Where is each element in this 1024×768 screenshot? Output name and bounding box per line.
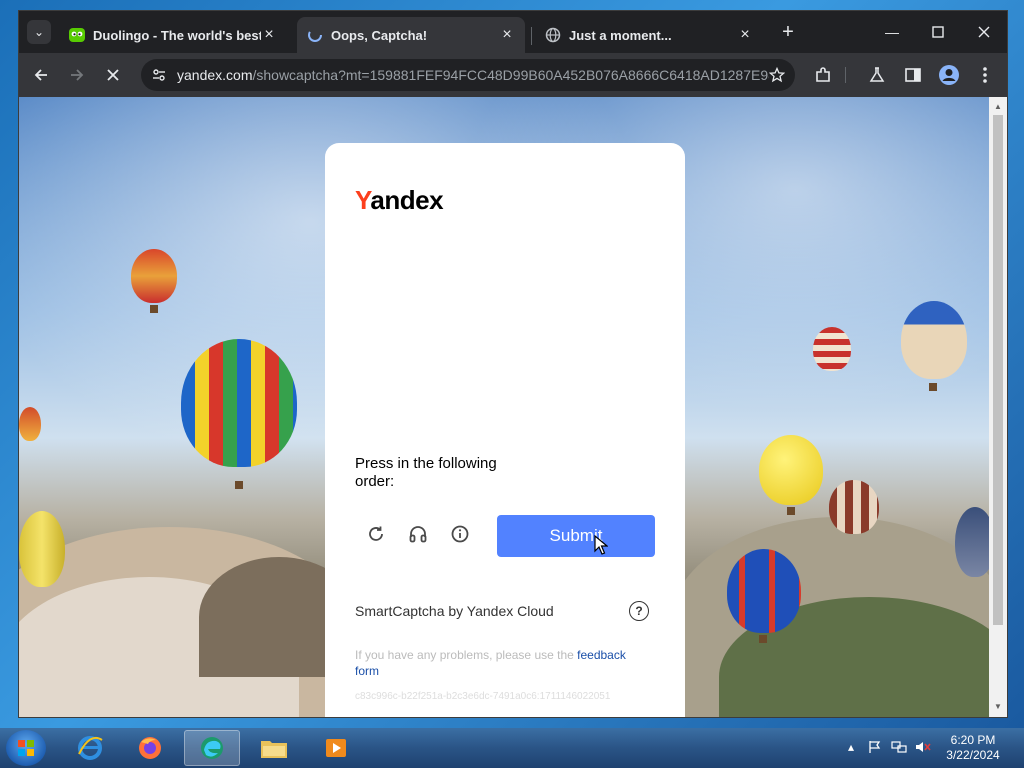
- file-explorer-taskbar-button[interactable]: [246, 730, 302, 766]
- tab-just-a-moment[interactable]: Just a moment... ×: [535, 17, 763, 53]
- volume-muted-icon[interactable]: [914, 738, 932, 756]
- duolingo-icon: [69, 27, 85, 43]
- captcha-token: c83c996c-b22f251a-b2c3e6dc-7491a0c6:1711…: [355, 691, 611, 702]
- captcha-instruction: Press in the following order:: [355, 455, 497, 490]
- forward-button[interactable]: [63, 61, 91, 89]
- toolbar-separator: [845, 67, 846, 83]
- page-viewport: Yandex Press in the following order: Sub…: [19, 97, 989, 717]
- tab-search-button[interactable]: ⌄: [27, 20, 51, 44]
- tab-title: Duolingo - The world's best way to learn: [93, 27, 261, 43]
- help-button[interactable]: ?: [629, 601, 649, 621]
- scroll-down-icon[interactable]: ▼: [993, 701, 1003, 711]
- logo-rest: andex: [370, 185, 444, 215]
- profile-avatar-icon[interactable]: [937, 63, 961, 87]
- url-text: yandex.com/showcaptcha?mt=159881FEF94FCC…: [177, 67, 769, 83]
- submit-button[interactable]: Submit: [497, 515, 655, 557]
- close-icon: [978, 26, 990, 38]
- windows-logo-icon: [18, 740, 34, 756]
- refresh-icon: [369, 526, 383, 541]
- close-icon[interactable]: ×: [499, 26, 515, 43]
- minimize-button[interactable]: —: [869, 17, 915, 47]
- firefox-taskbar-button[interactable]: [122, 730, 178, 766]
- audio-captcha-button[interactable]: [406, 522, 430, 546]
- refresh-button[interactable]: [364, 522, 388, 546]
- edge-browser-icon: [201, 737, 223, 759]
- labs-flask-icon[interactable]: [865, 63, 889, 87]
- feedback-note: If you have any problems, please use the…: [355, 647, 645, 679]
- media-player-icon: [326, 739, 346, 757]
- info-button[interactable]: [448, 522, 472, 546]
- tab-captcha[interactable]: Oops, Captcha! ×: [297, 17, 525, 53]
- action-center-flag-icon[interactable]: [866, 738, 884, 756]
- tab-strip: ⌄ Duolingo - The world's best way to lea…: [19, 11, 1007, 53]
- maximize-button[interactable]: [915, 17, 961, 47]
- info-icon: [451, 525, 469, 543]
- maximize-icon: [932, 26, 944, 38]
- back-arrow-icon: [34, 69, 47, 81]
- yandex-logo: Yandex: [355, 185, 444, 216]
- site-info-icon[interactable]: [151, 67, 167, 83]
- close-icon[interactable]: ×: [261, 26, 277, 43]
- internet-explorer-taskbar-button[interactable]: [62, 730, 118, 766]
- stop-loading-button[interactable]: [99, 61, 127, 89]
- scroll-thumb[interactable]: [993, 115, 1003, 625]
- url-path: /showcaptcha?mt=159881FEF94FCC48D99B60A4…: [252, 67, 769, 83]
- question-mark-icon: ?: [635, 604, 643, 618]
- logo-letter-y: Y: [355, 185, 371, 215]
- tab-duolingo[interactable]: Duolingo - The world's best way to learn…: [59, 17, 287, 53]
- close-icon[interactable]: ×: [737, 26, 753, 43]
- system-clock[interactable]: 6:20 PM 3/22/2024: [942, 733, 1004, 763]
- tab-title: Just a moment...: [569, 27, 672, 43]
- url-host: yandex.com: [177, 67, 253, 83]
- chevron-down-icon: ⌄: [33, 25, 45, 39]
- address-bar[interactable]: yandex.com/showcaptcha?mt=159881FEF94FCC…: [141, 59, 795, 91]
- show-hidden-icons-icon[interactable]: ▴: [842, 738, 860, 756]
- close-icon: [107, 69, 119, 81]
- new-tab-button[interactable]: +: [777, 21, 799, 43]
- headphones-icon: [409, 526, 427, 543]
- captcha-card: Yandex Press in the following order: Sub…: [325, 143, 685, 717]
- tab-title: Oops, Captcha!: [331, 27, 428, 43]
- plus-icon: +: [782, 20, 794, 43]
- menu-kebab-icon[interactable]: [973, 63, 997, 87]
- back-button[interactable]: [27, 61, 55, 89]
- media-player-taskbar-button[interactable]: [308, 730, 364, 766]
- edge-taskbar-button[interactable]: [184, 730, 240, 766]
- side-panel-icon[interactable]: [901, 63, 925, 87]
- browser-window: ⌄ Duolingo - The world's best way to lea…: [18, 10, 1008, 718]
- feedback-text: If you have any problems, please use the: [355, 648, 574, 662]
- firefox-icon: [139, 737, 161, 759]
- extensions-icon[interactable]: [811, 63, 835, 87]
- smartcaptcha-brand: SmartCaptcha by Yandex Cloud: [355, 603, 554, 619]
- browser-toolbar: yandex.com/showcaptcha?mt=159881FEF94FCC…: [19, 53, 1007, 97]
- forward-arrow-icon: [71, 69, 84, 81]
- internet-explorer-icon: [78, 736, 103, 760]
- taskbar: ▴ 6:20 PM 3/22/2024: [0, 728, 1024, 768]
- page-scrollbar[interactable]: ▲ ▼: [989, 97, 1007, 717]
- star-icon[interactable]: [769, 67, 785, 83]
- tab-separator: [531, 27, 532, 45]
- globe-icon: [545, 27, 561, 43]
- start-button[interactable]: [6, 730, 46, 766]
- minimize-icon: —: [885, 24, 899, 40]
- folder-icon: [261, 741, 287, 758]
- clock-time: 6:20 PM: [950, 733, 996, 747]
- close-window-button[interactable]: [961, 17, 1007, 47]
- clock-date: 3/22/2024: [946, 748, 1000, 762]
- loading-icon: [307, 27, 323, 43]
- scroll-up-icon[interactable]: ▲: [993, 101, 1003, 111]
- network-icon[interactable]: [890, 738, 908, 756]
